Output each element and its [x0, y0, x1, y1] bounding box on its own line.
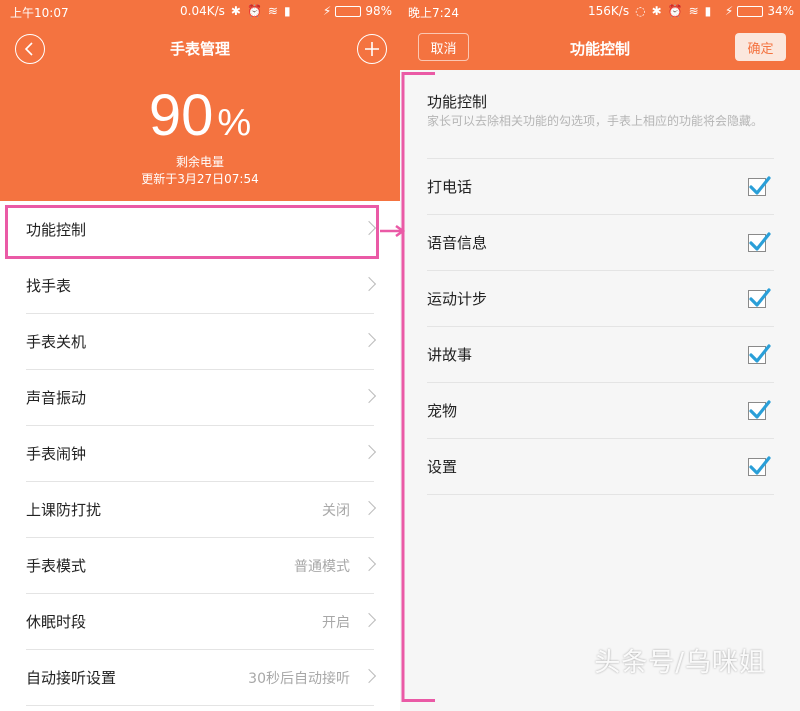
- bluetooth-icon: ✱: [651, 4, 662, 18]
- screenshot-composite: 上午10:07 0.04K/s ✱ ⏰ ≋ ▮ ⚡ 98% 手表管理 90 % …: [0, 0, 800, 711]
- confirm-button[interactable]: 确定: [735, 33, 786, 61]
- menu-item-label: 声音振动: [26, 389, 87, 407]
- menu-item-label: 手表模式: [26, 557, 87, 575]
- signal-icon: ▮: [283, 4, 291, 18]
- plus-icon: [365, 42, 379, 56]
- charging-icon: ⚡: [724, 4, 734, 18]
- checkmark-icon: [749, 344, 771, 363]
- battery-percent: 34%: [767, 4, 794, 18]
- header-panel: 上午10:07 0.04K/s ✱ ⏰ ≋ ▮ ⚡ 98% 手表管理 90 % …: [0, 0, 400, 201]
- battery-big-readout: 90%: [0, 82, 400, 149]
- function-checkbox[interactable]: [748, 232, 771, 252]
- wifi-icon: ≋: [688, 4, 699, 18]
- chevron-right-icon: [361, 500, 377, 516]
- function-control-screen: 晚上7:24 156K/s ◌ ✱ ⏰ ≋ ▮ ⚡ 34% 取消 功能控制 确定: [400, 0, 800, 711]
- function-item-settings[interactable]: 设置: [427, 439, 774, 495]
- section-description: 家长可以去除相关功能的勾选项，手表上相应的功能将会隐藏。: [427, 114, 764, 128]
- menu-item-sleep-period[interactable]: 休眠时段 开启: [26, 594, 377, 650]
- checkmark-icon: [749, 176, 771, 195]
- menu-item-find-watch[interactable]: 找手表: [26, 258, 377, 314]
- checkmark-icon: [749, 456, 771, 475]
- chevron-right-icon: [361, 332, 377, 348]
- header-bar: 晚上7:24 156K/s ◌ ✱ ⏰ ≋ ▮ ⚡ 34% 取消 功能控制 确定: [400, 0, 800, 70]
- menu-item-watch-mode[interactable]: 手表模式 普通模式: [26, 538, 377, 594]
- menu-item-label: 自动接听设置: [26, 669, 117, 687]
- remain-label: 剩余电量: [175, 155, 224, 169]
- chevron-right-icon: [361, 612, 377, 628]
- menu-item-label: 上课防打扰: [26, 501, 102, 519]
- chevron-right-icon: [361, 668, 377, 684]
- battery-icon: [737, 5, 764, 17]
- battery-status: ⚡ 98%: [323, 4, 392, 18]
- bracket-annotation: [401, 72, 435, 702]
- menu-item-auto-answer[interactable]: 自动接听设置 30秒后自动接听: [26, 650, 377, 706]
- menu-item-sound-vibration[interactable]: 声音振动: [26, 370, 377, 426]
- watermark-text: 头条号/乌咪姐: [594, 648, 766, 678]
- menu-item-value: 普通模式: [294, 558, 350, 575]
- battery-icon: [335, 5, 362, 17]
- function-item-pet[interactable]: 宠物: [427, 383, 774, 439]
- menu-item-label: 找手表: [26, 277, 72, 295]
- function-checkbox[interactable]: [748, 400, 771, 420]
- function-label: 语音信息: [427, 234, 488, 252]
- wifi-icon: ≋: [267, 4, 278, 18]
- status-icons: 0.04K/s ✱ ⏰ ≋ ▮: [180, 4, 291, 18]
- function-checkbox[interactable]: [748, 288, 771, 308]
- network-speed: 156K/s: [588, 4, 630, 18]
- menu-item-label: 休眠时段: [26, 613, 87, 631]
- function-item-voice-message[interactable]: 语音信息: [427, 215, 774, 271]
- function-item-call[interactable]: 打电话: [427, 159, 774, 215]
- chevron-right-icon: [361, 388, 377, 404]
- function-checkbox[interactable]: [748, 176, 771, 196]
- settings-menu: 功能控制 找手表 手表关机 声音振动 手表闹钟 上课防打扰 关闭 手表模式 普通模式…: [0, 202, 400, 706]
- bluetooth-icon: ✱: [230, 4, 241, 18]
- menu-item-value: 开启: [322, 614, 350, 631]
- function-list: 打电话 语音信息 运动计步 讲故事 宠物 设置: [427, 158, 774, 495]
- chevron-right-icon: [361, 444, 377, 460]
- updated-time: 更新于3月27日07:54: [141, 172, 259, 186]
- chevron-right-icon: [361, 276, 377, 292]
- battery-percent: 98%: [365, 4, 392, 18]
- status-bar: 上午10:07 0.04K/s ✱ ⏰ ≋ ▮ ⚡ 98%: [0, 0, 400, 24]
- charging-icon: ⚡: [322, 4, 332, 18]
- chevron-right-icon: [361, 556, 377, 572]
- menu-item-power-off[interactable]: 手表关机: [26, 314, 377, 370]
- page-title: 手表管理: [169, 40, 230, 58]
- function-item-story[interactable]: 讲故事: [427, 327, 774, 383]
- watch-management-screen: 上午10:07 0.04K/s ✱ ⏰ ≋ ▮ ⚡ 98% 手表管理 90 % …: [0, 0, 400, 711]
- function-item-step-count[interactable]: 运动计步: [427, 271, 774, 327]
- sync-icon: ◌: [635, 4, 646, 18]
- menu-item-value: 关闭: [322, 502, 350, 519]
- status-bar: 晚上7:24 156K/s ◌ ✱ ⏰ ≋ ▮ ⚡ 34%: [400, 0, 800, 24]
- menu-item-label: 手表闹钟: [26, 445, 87, 463]
- menu-item-value: 30秒后自动接听: [248, 670, 350, 687]
- checkmark-icon: [749, 232, 771, 251]
- battery-value: 90: [148, 83, 214, 148]
- menu-item-class-dnd[interactable]: 上课防打扰 关闭: [26, 482, 377, 538]
- battery-unit: %: [217, 102, 252, 144]
- status-time: 晚上7:24: [408, 6, 459, 20]
- menu-item-alarm[interactable]: 手表闹钟: [26, 426, 377, 482]
- alarm-icon: ⏰: [667, 4, 683, 18]
- section-title: 功能控制: [427, 93, 488, 111]
- checkmark-icon: [749, 400, 771, 419]
- network-speed: 0.04K/s: [180, 4, 225, 18]
- add-button[interactable]: [357, 34, 387, 64]
- function-checkbox[interactable]: [748, 456, 771, 476]
- alarm-icon: ⏰: [246, 4, 262, 18]
- status-time: 上午10:07: [10, 6, 69, 20]
- battery-status: ⚡ 34%: [725, 4, 794, 18]
- function-label: 运动计步: [427, 290, 488, 308]
- status-icons: 156K/s ◌ ✱ ⏰ ≋ ▮: [588, 4, 711, 18]
- function-checkbox[interactable]: [748, 344, 771, 364]
- signal-icon: ▮: [704, 4, 712, 18]
- menu-item-label: 手表关机: [26, 333, 87, 351]
- highlight-box: [5, 205, 379, 259]
- checkmark-icon: [749, 288, 771, 307]
